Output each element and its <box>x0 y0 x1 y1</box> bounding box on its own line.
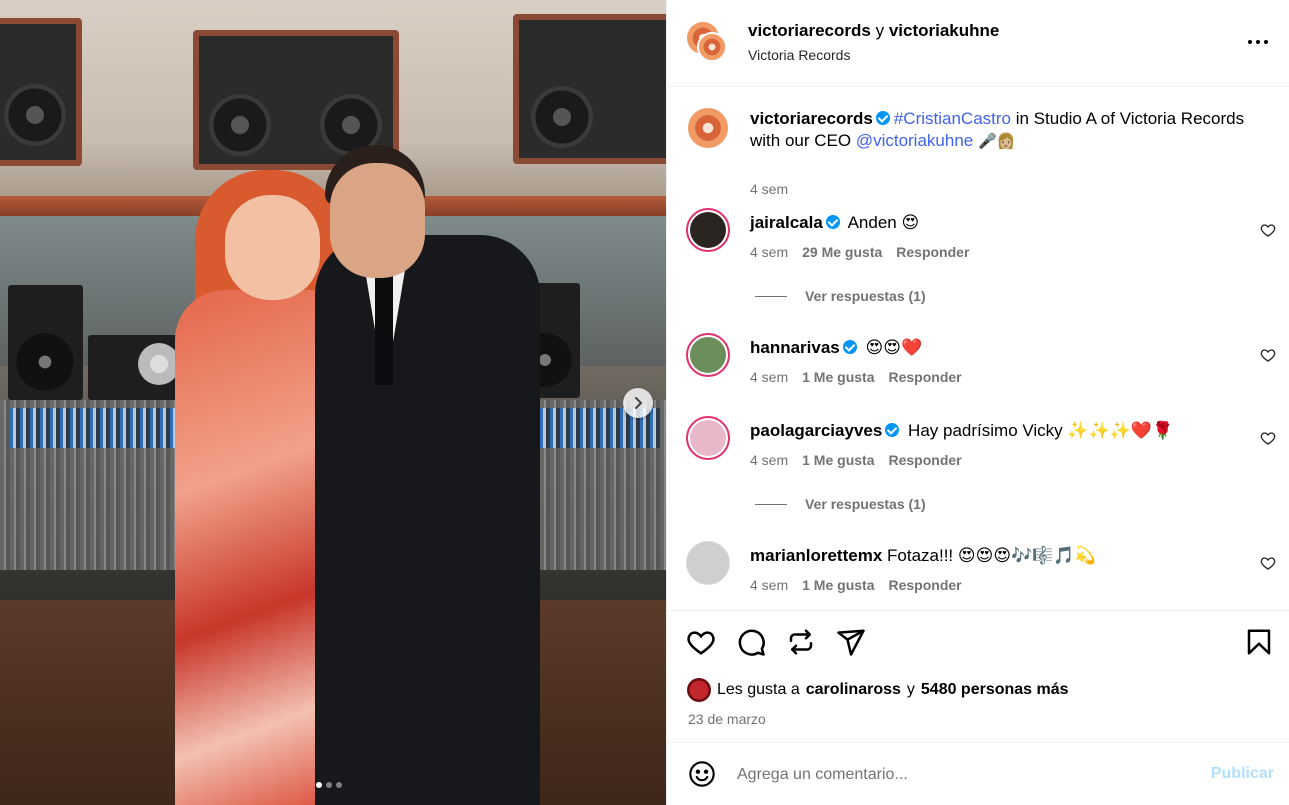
view-replies-button[interactable]: Ver respuestas (1) <box>755 496 926 512</box>
reply-button[interactable]: Responder <box>888 369 961 385</box>
comment-time[interactable]: 4 sem <box>750 369 788 385</box>
comment-composer: Publicar <box>667 742 1289 805</box>
comment-body: Anden 😍 <box>847 213 920 232</box>
repost-icon <box>789 629 813 655</box>
caption-time[interactable]: 4 sem <box>750 181 788 197</box>
heart-icon <box>687 631 715 655</box>
comment-meta: 4 sem 1 Me gusta Responder <box>750 369 962 385</box>
comment-text: hannarivas 😍😍❤️ <box>750 337 1270 359</box>
likes-conj: y <box>906 681 915 698</box>
comment-like-heart-icon[interactable] <box>1260 555 1276 571</box>
verified-badge-icon <box>825 215 840 229</box>
comment-avatar[interactable] <box>686 541 730 585</box>
comment-button[interactable] <box>735 627 767 659</box>
likes-summary: Les gusta a carolinaross y 5480 personas… <box>687 678 1069 702</box>
comment-avatar[interactable] <box>686 333 730 377</box>
caption-mention[interactable]: @victoriakuhne <box>856 131 973 150</box>
comment-username[interactable]: marianlorettemx <box>750 546 882 565</box>
view-replies-label: Ver respuestas (1) <box>805 288 926 304</box>
comments-list[interactable]: victoriarecords #CristianCastro in Studio… <box>667 88 1289 610</box>
bookmark-icon <box>1247 629 1271 655</box>
post-header: victoriarecords y victoriakuhne Victoria… <box>667 0 1289 87</box>
post-panel: victoriarecords y victoriakuhne Victoria… <box>666 0 1289 805</box>
monitor-left <box>8 285 83 400</box>
post-authors: victoriarecords y victoriakuhne <box>748 21 999 41</box>
caption-text: victoriarecords #CristianCastro in Studio… <box>750 108 1270 153</box>
more-options-button[interactable] <box>1246 34 1270 50</box>
comment-avatar[interactable] <box>686 208 730 252</box>
carousel-indicator <box>316 782 342 788</box>
comment-username[interactable]: jairalcala <box>750 213 823 232</box>
caption-emojis: 🎤👩🏼 <box>977 133 1016 150</box>
reply-button[interactable]: Responder <box>896 244 969 260</box>
comment-username[interactable]: paolagarciayves <box>750 421 882 440</box>
comment-likes[interactable]: 1 Me gusta <box>802 452 874 468</box>
collaborator-avatar[interactable] <box>697 32 727 62</box>
emoji-smile-icon <box>689 761 715 787</box>
view-replies-button[interactable]: Ver respuestas (1) <box>755 288 926 304</box>
likes-count[interactable]: 5480 personas más <box>921 681 1069 699</box>
post-photo[interactable] <box>0 0 666 805</box>
owner-username[interactable]: victoriarecords <box>748 21 871 40</box>
chevron-right-icon <box>635 397 642 409</box>
view-replies-label: Ver respuestas (1) <box>805 496 926 512</box>
monitor-mid <box>88 335 183 400</box>
comment-icon <box>738 629 765 656</box>
publish-button[interactable]: Publicar <box>1211 765 1274 783</box>
studio-speaker-left <box>0 18 82 166</box>
caption-avatar[interactable] <box>688 108 728 148</box>
post-actions: Les gusta a carolinaross y 5480 personas… <box>667 610 1289 742</box>
carousel-next-button[interactable] <box>623 388 653 418</box>
comment-avatar[interactable] <box>686 416 730 460</box>
likes-prefix: Les gusta a <box>717 681 800 698</box>
comment-time[interactable]: 4 sem <box>750 577 788 593</box>
authors-conjunction: y <box>875 21 885 40</box>
carousel-dot <box>316 782 322 788</box>
comment-likes[interactable]: 1 Me gusta <box>802 577 874 593</box>
carousel-dot <box>336 782 342 788</box>
caption-meta: 4 sem <box>750 181 788 197</box>
caption-username[interactable]: victoriarecords <box>750 109 873 128</box>
emoji-button[interactable] <box>687 760 717 790</box>
comment-username[interactable]: hannarivas <box>750 338 840 357</box>
comment-body: Fotaza!!! 😍😍😍🎶🎼🎵💫 <box>887 546 1096 565</box>
verified-badge-icon <box>842 340 857 354</box>
reply-button[interactable]: Responder <box>888 452 961 468</box>
more-horizontal-icon <box>1248 40 1268 44</box>
reply-button[interactable]: Responder <box>888 577 961 593</box>
person-man <box>315 145 540 805</box>
comment-time[interactable]: 4 sem <box>750 452 788 468</box>
share-icon <box>837 629 865 656</box>
comment-meta: 4 sem 29 Me gusta Responder <box>750 244 969 260</box>
comment-text: marianlorettemx Fotaza!!! 😍😍😍🎶🎼🎵💫 <box>750 545 1270 567</box>
comment-meta: 4 sem 1 Me gusta Responder <box>750 577 962 593</box>
verified-badge-icon <box>875 111 890 125</box>
share-button[interactable] <box>835 627 867 659</box>
comment-like-heart-icon[interactable] <box>1260 222 1276 238</box>
liker-username[interactable]: carolinaross <box>806 681 901 699</box>
comment-like-heart-icon[interactable] <box>1260 430 1276 446</box>
caption-hashtag[interactable]: #CristianCastro <box>894 109 1011 128</box>
verified-badge-icon <box>885 423 900 437</box>
comment-likes[interactable]: 1 Me gusta <box>802 369 874 385</box>
comment-time[interactable]: 4 sem <box>750 244 788 260</box>
comment-likes[interactable]: 29 Me gusta <box>802 244 882 260</box>
comment-meta: 4 sem 1 Me gusta Responder <box>750 452 962 468</box>
like-button[interactable] <box>685 627 717 659</box>
collaborator-username[interactable]: victoriakuhne <box>889 21 1000 40</box>
comment-text: jairalcala Anden 😍 <box>750 212 1270 234</box>
comment-text: paolagarciayves Hay padrísimo Vicky ✨✨✨❤… <box>750 420 1270 442</box>
save-button[interactable] <box>1243 627 1275 659</box>
repost-button[interactable] <box>785 627 817 659</box>
carousel-dot <box>326 782 332 788</box>
comment-like-heart-icon[interactable] <box>1260 347 1276 363</box>
liker-avatar[interactable] <box>687 678 711 702</box>
comment-body: 😍😍❤️ <box>865 338 923 357</box>
studio-speaker-right <box>513 14 666 164</box>
post-subtitle[interactable]: Victoria Records <box>748 47 850 63</box>
post-date[interactable]: 23 de marzo <box>688 711 766 727</box>
comment-input[interactable] <box>737 761 1177 789</box>
comment-body: Hay padrísimo Vicky ✨✨✨❤️🌹 <box>908 421 1174 440</box>
